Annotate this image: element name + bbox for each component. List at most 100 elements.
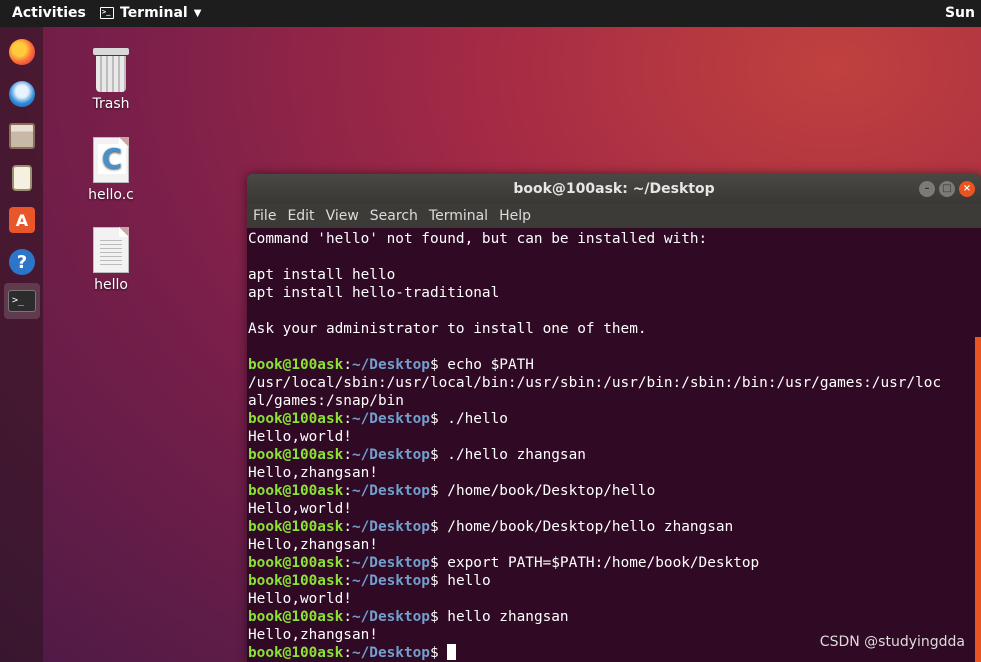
prompt-dollar: $ — [429, 573, 439, 589]
software-icon: A — [9, 207, 35, 233]
rhythmbox-icon — [12, 165, 32, 191]
clock[interactable]: Sun — [945, 5, 975, 21]
command-text: ./hello — [438, 411, 508, 427]
prompt-user: book@100ask — [248, 447, 344, 463]
help-icon: ? — [9, 249, 35, 275]
app-menu[interactable]: >_ Terminal ▼ — [100, 5, 201, 21]
output-line: apt install hello — [248, 267, 396, 283]
prompt-dollar: $ — [429, 447, 439, 463]
c-source-file-icon: C — [93, 137, 129, 183]
app-menu-label: Terminal — [120, 5, 188, 21]
dock-item-terminal[interactable]: >_ — [4, 283, 40, 319]
prompt-dollar: $ — [429, 411, 439, 427]
prompt-separator: : — [343, 519, 352, 535]
prompt-dollar: $ — [429, 555, 439, 571]
prompt-user: book@100ask — [248, 555, 344, 571]
command-text: ./hello zhangsan — [438, 447, 586, 463]
window-title: book@100ask: ~/Desktop — [513, 181, 715, 197]
command-text: export PATH=$PATH:/home/book/Desktop — [438, 555, 760, 571]
prompt-path: ~/Desktop — [351, 447, 430, 463]
terminal-window[interactable]: book@100ask: ~/Desktop – □ × File Edit V… — [247, 174, 981, 662]
top-bar: Activities >_ Terminal ▼ Sun — [0, 0, 981, 27]
menu-edit[interactable]: Edit — [287, 208, 314, 224]
command-line: book@100ask:~/Desktop$ /home/book/Deskto… — [248, 518, 981, 536]
desktop-icon-hello-c[interactable]: C hello.c — [71, 137, 151, 203]
minimize-button[interactable]: – — [919, 181, 935, 197]
prompt-user: book@100ask — [248, 519, 344, 535]
dock-item-help[interactable]: ? — [4, 244, 40, 280]
output-line: al/games:/snap/bin — [248, 393, 404, 409]
command-text: hello — [438, 573, 491, 589]
command-line: book@100ask:~/Desktop$ hello — [248, 572, 981, 590]
command-text — [439, 645, 448, 661]
prompt-path: ~/Desktop — [351, 411, 430, 427]
prompt-user: book@100ask — [248, 411, 344, 427]
prompt-user: book@100ask — [248, 645, 344, 661]
dock-item-rhythmbox[interactable] — [4, 160, 40, 196]
prompt-path: ~/Desktop — [351, 519, 430, 535]
command-text: /home/book/Desktop/hello — [438, 483, 656, 499]
activities-button[interactable]: Activities — [12, 5, 86, 21]
command-line: book@100ask:~/Desktop$ export PATH=$PATH… — [248, 554, 981, 572]
prompt-path: ~/Desktop — [351, 573, 430, 589]
prompt-path: ~/Desktop — [351, 609, 430, 625]
desktop-icon-label: hello — [94, 277, 128, 293]
output-line: Hello,world! — [248, 429, 352, 445]
command-text: /home/book/Desktop/hello zhangsan — [438, 519, 734, 535]
output-line: apt install hello-traditional — [248, 285, 500, 301]
menu-file[interactable]: File — [253, 208, 276, 224]
thunderbird-icon — [9, 81, 35, 107]
terminal-output[interactable]: Command 'hello' not found, but can be in… — [247, 228, 981, 662]
dock-item-software[interactable]: A — [4, 202, 40, 238]
menu-view[interactable]: View — [326, 208, 359, 224]
firefox-icon — [9, 39, 35, 65]
output-line: Command 'hello' not found, but can be in… — [248, 231, 708, 247]
desktop-icon-label: Trash — [92, 96, 130, 112]
dock-item-firefox[interactable] — [4, 34, 40, 70]
prompt-dollar: $ — [429, 519, 439, 535]
command-text: echo $PATH — [438, 357, 534, 373]
command-line: book@100ask:~/Desktop$ ./hello — [248, 410, 981, 428]
maximize-button[interactable]: □ — [939, 181, 955, 197]
output-line: Ask your administrator to install one of… — [248, 321, 647, 337]
window-controls: – □ × — [919, 181, 975, 197]
command-line: book@100ask:~/Desktop$ /home/book/Deskto… — [248, 482, 981, 500]
prompt-path: ~/Desktop — [351, 645, 430, 661]
desktop-icon-label: hello.c — [88, 187, 134, 203]
menu-search[interactable]: Search — [370, 208, 418, 224]
output-line: /usr/local/sbin:/usr/local/bin:/usr/sbin… — [248, 375, 942, 391]
file-icon — [93, 227, 129, 273]
prompt-dollar: $ — [429, 645, 439, 661]
text-cursor — [447, 644, 457, 660]
prompt-dollar: $ — [429, 483, 439, 499]
trash-icon — [93, 48, 129, 92]
output-line: Hello,world! — [248, 501, 352, 517]
watermark: CSDN @studyingdda — [819, 634, 965, 650]
menu-terminal[interactable]: Terminal — [429, 208, 488, 224]
prompt-path: ~/Desktop — [351, 555, 430, 571]
prompt-user: book@100ask — [248, 357, 344, 373]
window-titlebar[interactable]: book@100ask: ~/Desktop – □ × — [247, 174, 981, 204]
dock-item-files[interactable] — [4, 118, 40, 154]
files-icon — [9, 123, 35, 149]
prompt-user: book@100ask — [248, 609, 344, 625]
output-line: Hello,zhangsan! — [248, 537, 378, 553]
command-line: book@100ask:~/Desktop$ ./hello zhangsan — [248, 446, 981, 464]
terminal-icon: >_ — [100, 7, 114, 19]
menu-help[interactable]: Help — [499, 208, 531, 224]
prompt-separator: : — [343, 483, 352, 499]
prompt-path: ~/Desktop — [351, 483, 430, 499]
desktop-icon-hello[interactable]: hello — [71, 227, 151, 293]
desktop-icon-trash[interactable]: Trash — [71, 48, 151, 112]
prompt-separator: : — [343, 411, 352, 427]
close-button[interactable]: × — [959, 181, 975, 197]
prompt-separator: : — [343, 573, 352, 589]
dock-item-thunderbird[interactable] — [4, 76, 40, 112]
scrollbar[interactable] — [975, 337, 981, 662]
chevron-down-icon: ▼ — [193, 7, 202, 19]
command-text: hello zhangsan — [438, 609, 569, 625]
dock: A ? >_ — [0, 27, 43, 662]
